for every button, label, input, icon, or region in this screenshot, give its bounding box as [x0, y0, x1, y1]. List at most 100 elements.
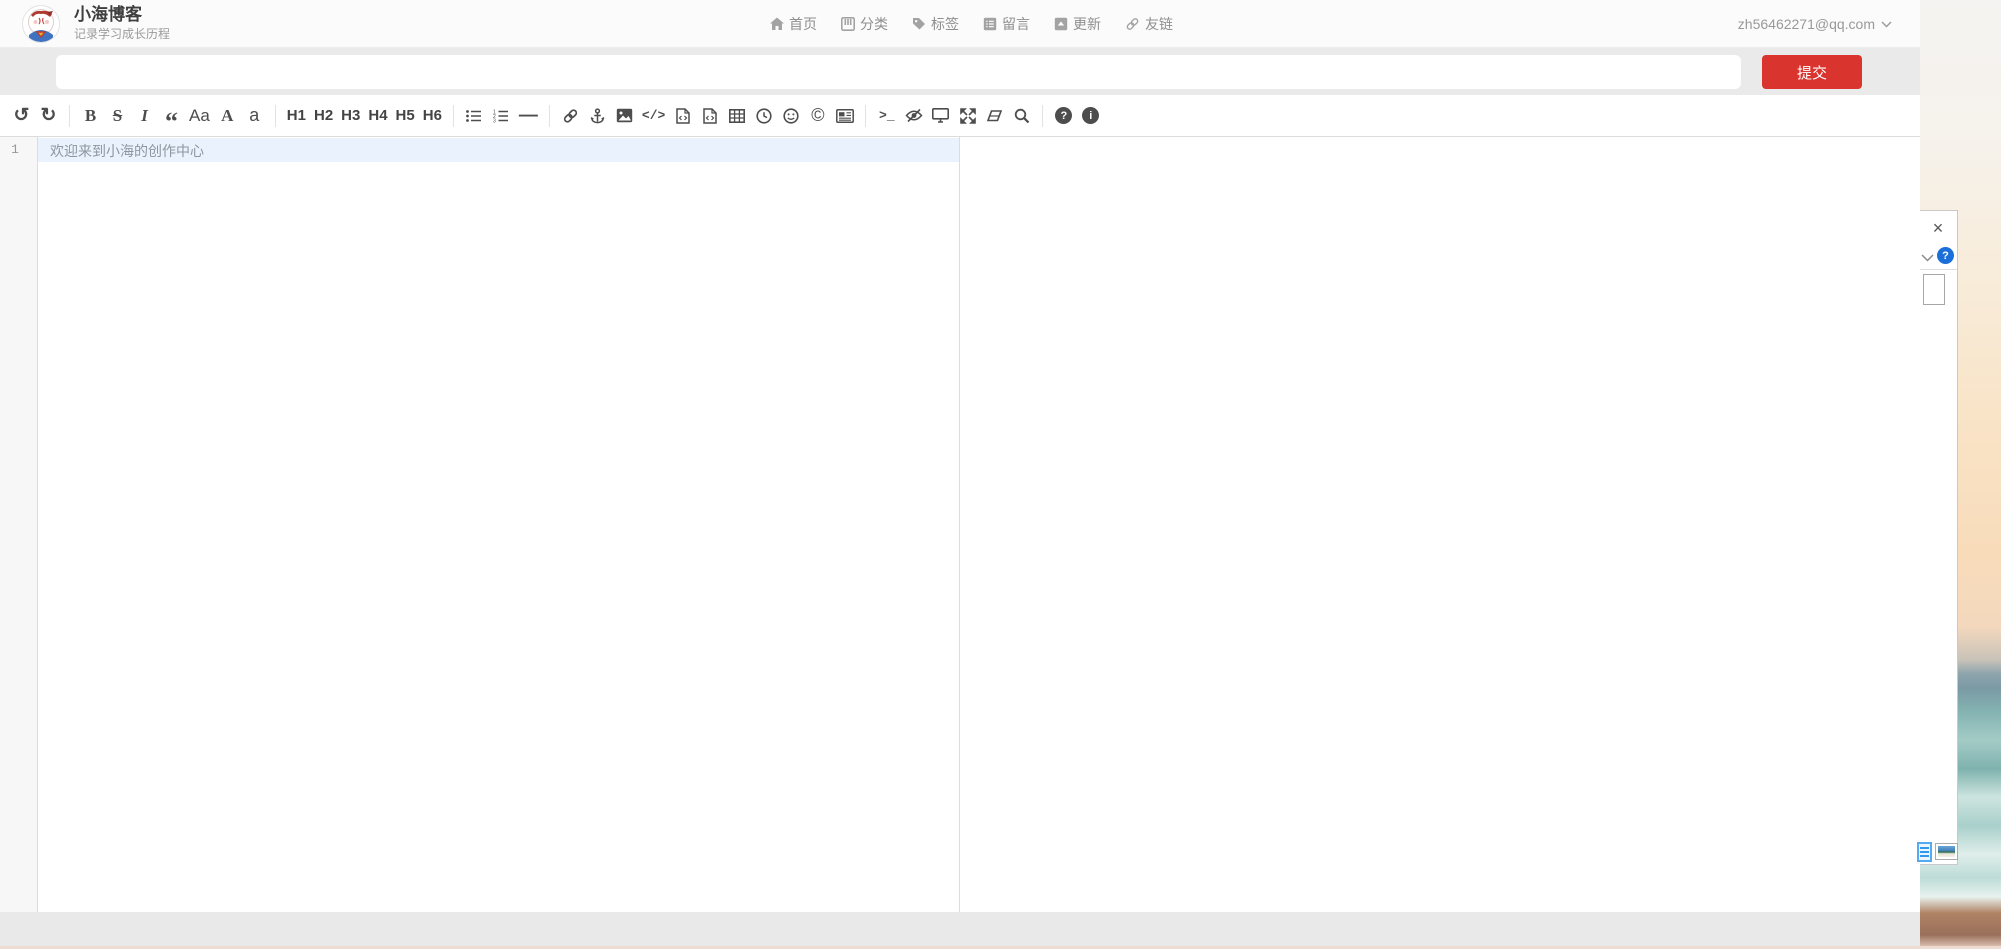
- lowercase-button[interactable]: a: [241, 102, 268, 130]
- table-button[interactable]: [723, 102, 750, 130]
- ordered-list-button[interactable]: 123: [488, 102, 515, 130]
- datetime-button[interactable]: [750, 102, 777, 130]
- clear-button[interactable]: [981, 102, 1008, 130]
- nav-label: 标签: [931, 14, 959, 34]
- friend-links-icon: [1125, 17, 1140, 31]
- overlay-panel: × ?: [1920, 210, 1958, 865]
- link-button[interactable]: [557, 102, 584, 130]
- nav-item-category[interactable]: 分类: [841, 14, 888, 34]
- italic-button[interactable]: I: [131, 102, 158, 130]
- bold-button[interactable]: B: [77, 102, 104, 130]
- list-view-tool-icon[interactable]: [1917, 842, 1932, 862]
- pagebreak-button[interactable]: [831, 102, 858, 130]
- h5-button[interactable]: H5: [392, 102, 419, 130]
- h6-button[interactable]: H6: [419, 102, 446, 130]
- list-ul-icon: [466, 109, 482, 123]
- panel-divider: [1920, 269, 1957, 270]
- preview-button[interactable]: [927, 102, 954, 130]
- nav-item-update[interactable]: 更新: [1054, 14, 1101, 34]
- info-button[interactable]: i: [1077, 102, 1104, 130]
- help-button[interactable]: ?: [1050, 102, 1077, 130]
- nav-item-home[interactable]: 首页: [770, 14, 817, 34]
- file-code-icon: [676, 108, 690, 124]
- editor-content-line: 欢迎来到小海的创作中心: [50, 141, 204, 161]
- nav-item-message[interactable]: 留言: [983, 14, 1030, 34]
- nav-item-tag[interactable]: 标签: [912, 14, 959, 34]
- chevron-down-icon: [1881, 21, 1892, 28]
- toolbar-separator: [865, 105, 866, 127]
- h1-button[interactable]: H1: [283, 102, 310, 130]
- site-header: 小海博客 记录学习成长历程 首页 分类 标签: [0, 0, 1920, 48]
- line-number-gutter: 1: [0, 137, 38, 912]
- goto-line-button[interactable]: >_: [873, 102, 900, 130]
- page-footer: [0, 912, 1920, 946]
- quote-button[interactable]: “: [158, 102, 185, 130]
- search-button[interactable]: [1008, 102, 1035, 130]
- smiley-icon: [783, 108, 799, 124]
- fullscreen-button[interactable]: [954, 102, 981, 130]
- nav-label: 留言: [1002, 14, 1030, 34]
- reference-link-button[interactable]: [584, 102, 611, 130]
- main-nav: 首页 分类 标签 留言 更新: [770, 0, 1173, 48]
- home-icon: [770, 17, 784, 31]
- uppercase-button[interactable]: A: [214, 102, 241, 130]
- nav-item-friend-links[interactable]: 友链: [1125, 14, 1173, 34]
- toolbar-separator: [275, 105, 276, 127]
- emoji-button[interactable]: [777, 102, 804, 130]
- anchor-icon: [590, 108, 605, 124]
- unordered-list-button[interactable]: [461, 102, 488, 130]
- strikethrough-button[interactable]: S: [104, 102, 131, 130]
- image-thumbnail-tool-icon[interactable]: [1935, 843, 1958, 860]
- ucwords-button[interactable]: Aa: [185, 102, 214, 130]
- svg-text:3: 3: [493, 118, 496, 123]
- chevron-down-icon[interactable]: [1921, 249, 1934, 267]
- post-title-input[interactable]: [56, 55, 1741, 89]
- line-number: 1: [0, 142, 30, 157]
- site-logo-link[interactable]: 小海博客 记录学习成长历程: [22, 5, 170, 42]
- nav-label: 更新: [1073, 14, 1101, 34]
- desktop-icon: [932, 108, 949, 123]
- redo-button[interactable]: ↻: [35, 102, 62, 130]
- h4-button[interactable]: H4: [364, 102, 391, 130]
- compose-bar: 提交: [0, 48, 1920, 95]
- toolbar-separator: [453, 105, 454, 127]
- category-icon: [841, 17, 855, 31]
- user-email: zh56462271@qq.com: [1738, 16, 1875, 32]
- clock-icon: [756, 108, 772, 124]
- toolbar-separator: [549, 105, 550, 127]
- toolbar-separator: [1042, 105, 1043, 127]
- newspaper-icon: [836, 109, 854, 123]
- avatar-cartoon-icon: [23, 6, 59, 42]
- horizontal-rule-button[interactable]: —: [515, 102, 542, 130]
- panel-input[interactable]: [1923, 274, 1945, 305]
- main-content: 小海博客 记录学习成长历程 首页 分类 标签: [0, 0, 1920, 949]
- update-icon: [1054, 17, 1068, 31]
- toolbar-separator: [69, 105, 70, 127]
- user-menu[interactable]: zh56462271@qq.com: [1738, 0, 1892, 48]
- submit-button[interactable]: 提交: [1762, 55, 1862, 89]
- h3-button[interactable]: H3: [337, 102, 364, 130]
- watch-toggle-button[interactable]: [900, 102, 927, 130]
- html-entities-button[interactable]: ©: [804, 102, 831, 130]
- list-ol-icon: 123: [493, 109, 509, 123]
- site-subtitle: 记录学习成长历程: [74, 27, 170, 42]
- site-title: 小海博客: [74, 5, 170, 25]
- inline-code-button[interactable]: </>: [638, 102, 669, 130]
- preformatted-text-button[interactable]: [669, 102, 696, 130]
- file-code-block-icon: [703, 108, 717, 124]
- close-icon[interactable]: ×: [1927, 217, 1949, 239]
- markdown-toolbar: ↺ ↻ B S I “ Aa A a H1 H2 H3 H4 H5 H6 123: [0, 95, 1920, 137]
- image-button[interactable]: [611, 102, 638, 130]
- link-icon: [562, 108, 579, 124]
- message-icon: [983, 17, 997, 31]
- markdown-preview-pane: [960, 137, 1920, 912]
- code-block-button[interactable]: [696, 102, 723, 130]
- editor-body: 1 欢迎来到小海的创作中心: [0, 137, 1920, 912]
- nav-label: 首页: [789, 14, 817, 34]
- h2-button[interactable]: H2: [310, 102, 337, 130]
- page: 小海博客 记录学习成长历程 首页 分类 标签: [0, 0, 2001, 949]
- eraser-icon: [986, 109, 1003, 123]
- markdown-code-pane[interactable]: 1 欢迎来到小海的创作中心: [0, 137, 960, 912]
- undo-button[interactable]: ↺: [8, 102, 35, 130]
- help-badge-icon[interactable]: ?: [1937, 247, 1954, 264]
